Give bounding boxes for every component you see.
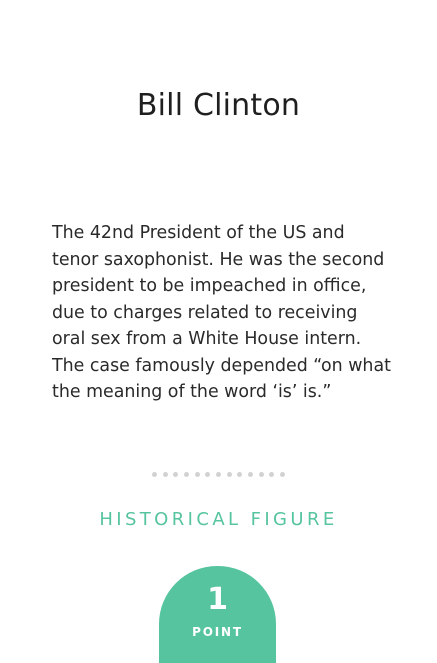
divider-dot: [247, 471, 253, 477]
divider-dot: [205, 471, 211, 477]
card-title: Bill Clinton: [136, 88, 301, 123]
points-value: 1: [207, 582, 228, 617]
divider-dot: [215, 471, 221, 477]
points-label: POINT: [192, 625, 243, 639]
divider-dot: [269, 471, 275, 477]
divider-dot: [226, 471, 232, 477]
divider-dot: [194, 471, 200, 477]
dotted-divider: [152, 470, 285, 478]
divider-dot: [279, 471, 285, 477]
game-card: Bill Clinton The 42nd President of the U…: [0, 0, 437, 663]
divider-dot: [237, 471, 243, 477]
card-description: The 42nd President of the US and tenor s…: [52, 223, 391, 402]
points-badge: 1 POINT: [159, 566, 276, 663]
category-label: HISTORICAL FIGURE: [99, 509, 338, 530]
divider-dot: [162, 471, 168, 477]
divider-dot: [258, 471, 264, 477]
divider-dot: [152, 471, 157, 477]
divider-dot: [173, 471, 179, 477]
divider-dot: [183, 471, 189, 477]
